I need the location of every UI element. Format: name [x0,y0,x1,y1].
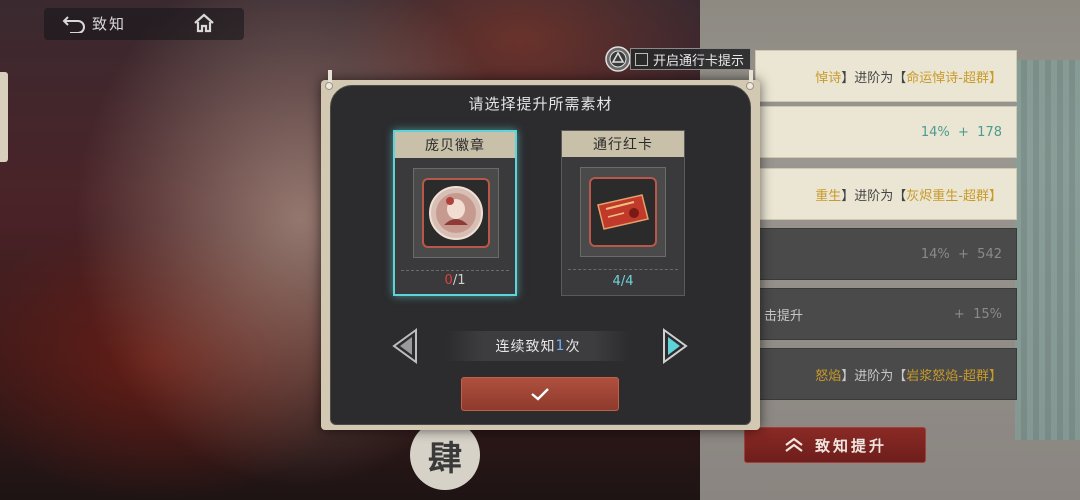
frame-pin-dot [325,82,333,90]
material-count: 4/4 [612,274,634,289]
back-arrow-icon [62,16,85,33]
double-chevron-up-icon [785,437,803,452]
material-card-red-pass[interactable]: 通行红卡 4/4 [561,130,685,296]
stat-row: 击提升 + 15% [755,288,1017,340]
home-icon[interactable] [193,12,215,34]
material-frame [589,177,657,247]
pass-hint-box[interactable]: 开启通行卡提示 [630,48,752,70]
badge-portrait-icon [429,186,483,240]
row-text: 悼诗】进阶为【命运悼诗-超群】 [815,70,1002,86]
material-frame [422,178,490,248]
card-divider [568,269,678,270]
material-slot [580,167,666,257]
continuous-count-display: 连续致知 1 次 [446,331,630,361]
card-divider [401,270,509,271]
row-text: 怒焰】进阶为【岩浆怒焰-超群】 [815,368,1002,384]
pass-hint-checkbox[interactable] [635,52,648,66]
decrease-arrow-button[interactable] [390,327,420,365]
pass-hint-toggle[interactable]: 开启通行卡提示 [604,45,752,73]
back-button[interactable]: 致知 [62,10,126,36]
gear-icon [605,46,631,72]
upgrade-label: 致知提升 [814,436,887,455]
checkmark-icon [531,388,549,401]
watermark-seal: 肆 [410,420,480,490]
stat-row: 14% + 542 [755,228,1017,280]
increase-arrow-button[interactable] [660,327,690,365]
left-edge-tab [0,72,8,162]
dialog-title: 请选择提升所需素材 [468,95,613,113]
confirm-button[interactable] [461,377,619,411]
red-pass-card-icon [597,194,649,230]
material-name: 通行红卡 [562,131,684,157]
upgrade-row: 重生】进阶为【灰烬重生-超群】 [755,168,1017,220]
upgrade-row: 悼诗】进阶为【命运悼诗-超群】 [755,50,1017,102]
stat-row: 14% + 178 [755,106,1017,158]
pass-hint-label: 开启通行卡提示 [653,53,745,69]
background-stripes [1015,60,1080,440]
row-text: 重生】进阶为【灰烬重生-超群】 [815,188,1002,204]
material-slot [413,168,499,258]
material-name: 庞贝徽章 [395,132,515,158]
back-label: 致知 [92,14,127,33]
material-count: 0/1 [444,273,466,288]
enhance-upgrade-button[interactable]: 致知提升 [744,427,926,463]
upgrade-row: 怒焰】进阶为【岩浆怒焰-超群】 [755,348,1017,400]
frame-pin-dot [746,82,754,90]
material-card-badge[interactable]: 庞贝徽章 0/1 [393,130,517,296]
